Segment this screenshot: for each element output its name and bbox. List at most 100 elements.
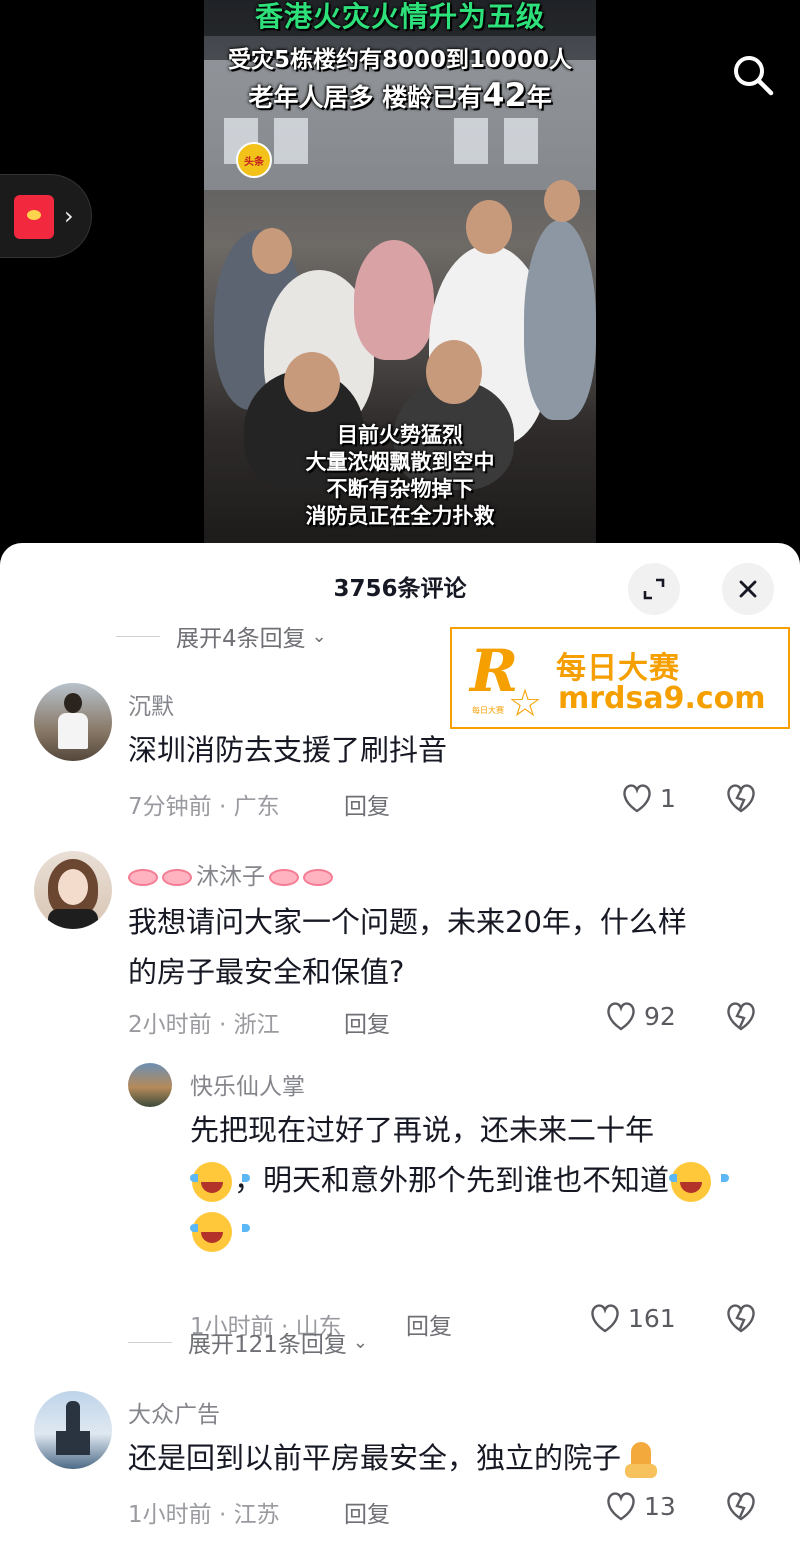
author-name: 沐沐子 [196,864,265,890]
laugh-cry-emoji [669,1162,730,1202]
reply-button[interactable]: 回复 [344,787,390,821]
chevron-down-icon: ⌄ [311,625,327,647]
video-player[interactable]: 头条 香港火灾火情升为五级 受灾5栋楼约有8000到10000人 老年人居多 楼… [0,0,800,560]
pray-emoji [621,1440,661,1480]
like-count: 161 [628,1303,676,1333]
expand-replies-button[interactable]: 展开4条回复 ⌄ [116,619,327,653]
dislike-icon [727,1492,755,1521]
crowd-person [354,240,434,360]
ad-logo: R ☆ 每日大赛 [470,637,548,725]
reply-button[interactable]: 回复 [344,1495,390,1529]
lips-emoji [269,869,299,886]
dislike-button[interactable] [724,1303,758,1337]
dislike-button[interactable] [724,1491,758,1525]
comment-count-title: 3756条评论 [333,576,467,602]
comment-text-line: 我想请问大家一个问题，未来20年，什么样 [128,905,687,939]
expand-replies-label: 展开4条回复 [176,626,306,652]
star-icon: ☆ [508,681,543,725]
avatar[interactable] [34,683,112,761]
expand-replies-button[interactable]: 展开121条回复 ⌄ [128,1325,368,1359]
reply-button[interactable]: 回复 [406,1307,452,1341]
dislike-button[interactable] [724,1001,758,1035]
divider [116,635,160,637]
dislike-icon [727,1002,755,1031]
comment-meta: 1小时前 · 江苏 [128,1502,280,1528]
lips-emoji [303,869,333,886]
video-window [274,118,308,164]
video-window [504,118,538,164]
like-button[interactable]: 1 [620,783,676,813]
comment-author[interactable]: 大众广告 [128,1395,220,1429]
red-packet-tab[interactable]: › [0,174,92,258]
avatar[interactable] [128,1063,172,1107]
like-count: 13 [644,1491,676,1521]
like-count: 92 [644,1001,676,1031]
video-caption-line2: 老年人居多 楼龄已有42年 [204,76,596,114]
expand-panel-button[interactable] [628,563,680,615]
chevron-right-icon: › [64,202,74,230]
crowd-head [466,200,512,254]
subtitle-line: 大量浓烟飘散到空中 [305,450,495,474]
heart-icon [591,1304,619,1333]
expand-icon [643,578,665,600]
close-panel-button[interactable] [722,563,774,615]
comment-author[interactable]: 沐沐子 [128,857,337,891]
comment-author[interactable]: 沉默 [128,687,174,721]
chevron-down-icon: ⌄ [352,1331,368,1353]
crowd-person [524,220,596,420]
lips-emoji [162,869,192,886]
comment-text-line: ，明天和意外那个先到谁也不知道 [190,1155,770,1205]
caption-suffix: 年 [526,83,552,112]
close-icon [739,580,757,598]
comment-text-line [190,1205,770,1255]
subtitle-line: 不断有杂物掉下 [326,477,474,501]
dislike-icon [727,1304,755,1333]
comment-text: 我想请问大家一个问题，未来20年，什么样 的房子最安全和保值? [128,897,687,997]
like-count: 1 [660,783,676,813]
comment-text: 深圳消防去支援了刷抖音 [128,733,448,767]
crowd-head [252,228,292,274]
search-icon [734,56,774,96]
heart-icon [623,784,651,813]
video-subtitles: 目前火势猛烈 大量浓烟飘散到空中 不断有杂物掉下 消防员正在全力扑救 [204,422,596,530]
like-button[interactable]: 92 [604,1001,676,1031]
avatar[interactable] [34,851,112,929]
comment-text: 先把现在过好了再说，还未来二十年 ，明天和意外那个先到谁也不知道 [190,1105,770,1255]
subtitle-line: 目前火势猛烈 [337,423,463,447]
dislike-icon [727,784,755,813]
expand-replies-label: 展开121条回复 [188,1332,347,1358]
comment-meta: 2小时前 · 浙江 [128,1012,280,1038]
video-badge: 头条 [236,142,272,178]
heart-icon [607,1492,635,1521]
comment-text: 还是回到以前平房最安全，独立的院子 [128,1433,661,1483]
watermark-ad[interactable]: R ☆ 每日大赛 每日大赛 mrdsa9.com [450,627,790,729]
subtitle-line: 消防员正在全力扑救 [305,504,495,528]
dislike-button[interactable] [724,783,758,817]
video-title: 香港火灾火情升为五级 [204,0,596,36]
comment-text-line: 的房子最安全和保值? [128,955,405,989]
video-window [454,118,488,164]
comment-text-segment: ，明天和意外那个先到谁也不知道 [234,1163,670,1197]
comment-meta: 7分钟前 · 广东 [128,794,280,820]
crowd-head [544,180,580,222]
ad-url: mrdsa9.com [558,681,766,716]
like-button[interactable]: 161 [588,1303,676,1333]
comment-author[interactable]: 快乐仙人掌 [190,1067,305,1101]
lips-emoji [128,869,158,886]
divider [128,1341,172,1343]
heart-icon [607,1002,635,1031]
ad-logo-sub: 每日大赛 [472,706,504,715]
caption-prefix: 老年人居多 楼龄已有 [248,83,483,112]
avatar[interactable] [34,1391,112,1469]
caption-number: 42 [482,76,527,114]
like-button[interactable]: 13 [604,1491,676,1521]
crowd-head [284,352,340,412]
video-frame[interactable]: 头条 香港火灾火情升为五级 受灾5栋楼约有8000到10000人 老年人居多 楼… [204,0,596,545]
search-button[interactable] [724,46,782,104]
comment-text-line: 先把现在过好了再说，还未来二十年 [190,1113,655,1147]
comment-text-segment: 还是回到以前平房最安全，独立的院子 [128,1441,622,1475]
laugh-cry-emoji [190,1212,250,1252]
reply-button[interactable]: 回复 [344,1005,390,1039]
video-caption-line1: 受灾5栋楼约有8000到10000人 [227,47,573,73]
red-packet-icon [14,195,54,239]
